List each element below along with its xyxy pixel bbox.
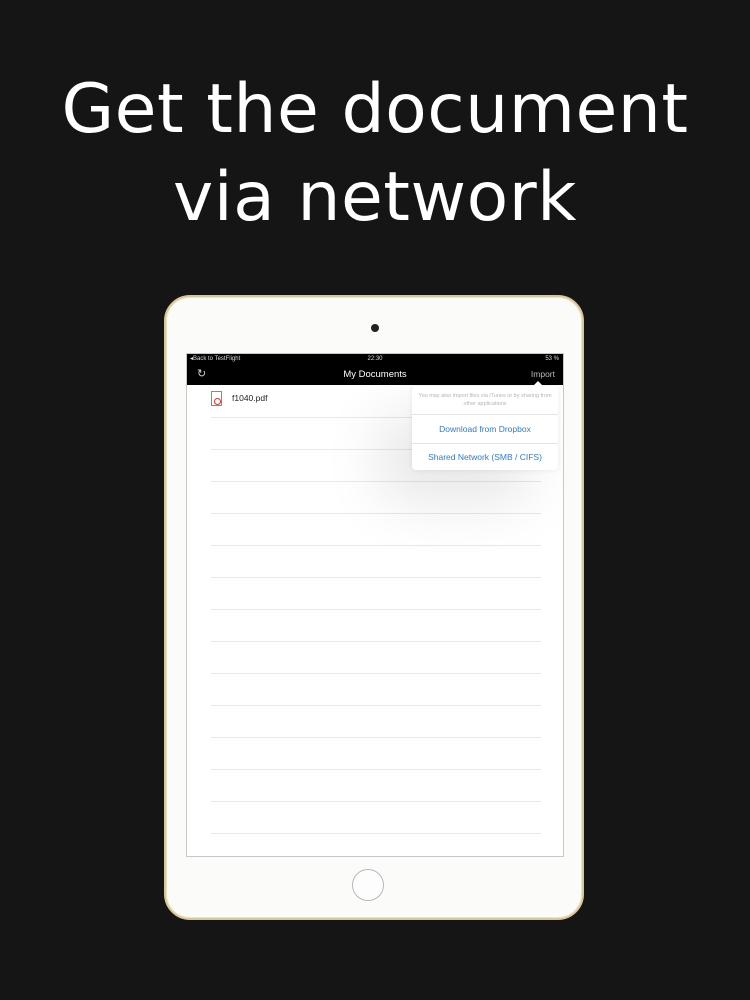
page-title: My Documents <box>343 369 407 380</box>
home-button[interactable] <box>352 869 384 901</box>
import-popover: You may also import files via iTunes or … <box>412 381 558 470</box>
list-divider <box>211 737 541 738</box>
list-divider <box>211 769 541 770</box>
status-bar: ◂Back to TestFlight 22:30 53 % <box>187 354 563 364</box>
navigation-bar: ↻ My Documents Import <box>187 364 563 385</box>
list-divider <box>211 609 541 610</box>
list-divider <box>211 833 541 834</box>
list-divider <box>211 513 541 514</box>
headline-line-1: Get the document <box>61 70 689 149</box>
popover-divider <box>412 414 558 415</box>
download-from-dropbox-button[interactable]: Download from Dropbox <box>412 416 558 442</box>
list-divider <box>211 705 541 706</box>
list-divider <box>211 545 541 546</box>
battery-indicator: 53 % <box>545 356 559 362</box>
popover-arrow <box>532 381 544 387</box>
pdf-icon <box>211 391 222 406</box>
app-screen: ◂Back to TestFlight 22:30 53 % ↻ My Docu… <box>186 353 564 857</box>
headline: Get the document via network <box>0 66 750 242</box>
file-name: f1040.pdf <box>232 393 268 403</box>
import-hint: You may also import files via iTunes or … <box>418 393 552 407</box>
list-divider <box>211 641 541 642</box>
list-divider <box>211 481 541 482</box>
ipad-device: ◂Back to TestFlight 22:30 53 % ↻ My Docu… <box>164 295 584 920</box>
list-divider <box>211 673 541 674</box>
status-time: 22:30 <box>367 356 383 362</box>
shared-network-button[interactable]: Shared Network (SMB / CIFS) <box>412 444 558 470</box>
list-divider <box>211 577 541 578</box>
list-divider <box>211 801 541 802</box>
headline-line-2: via network <box>172 158 578 237</box>
camera <box>371 324 379 332</box>
